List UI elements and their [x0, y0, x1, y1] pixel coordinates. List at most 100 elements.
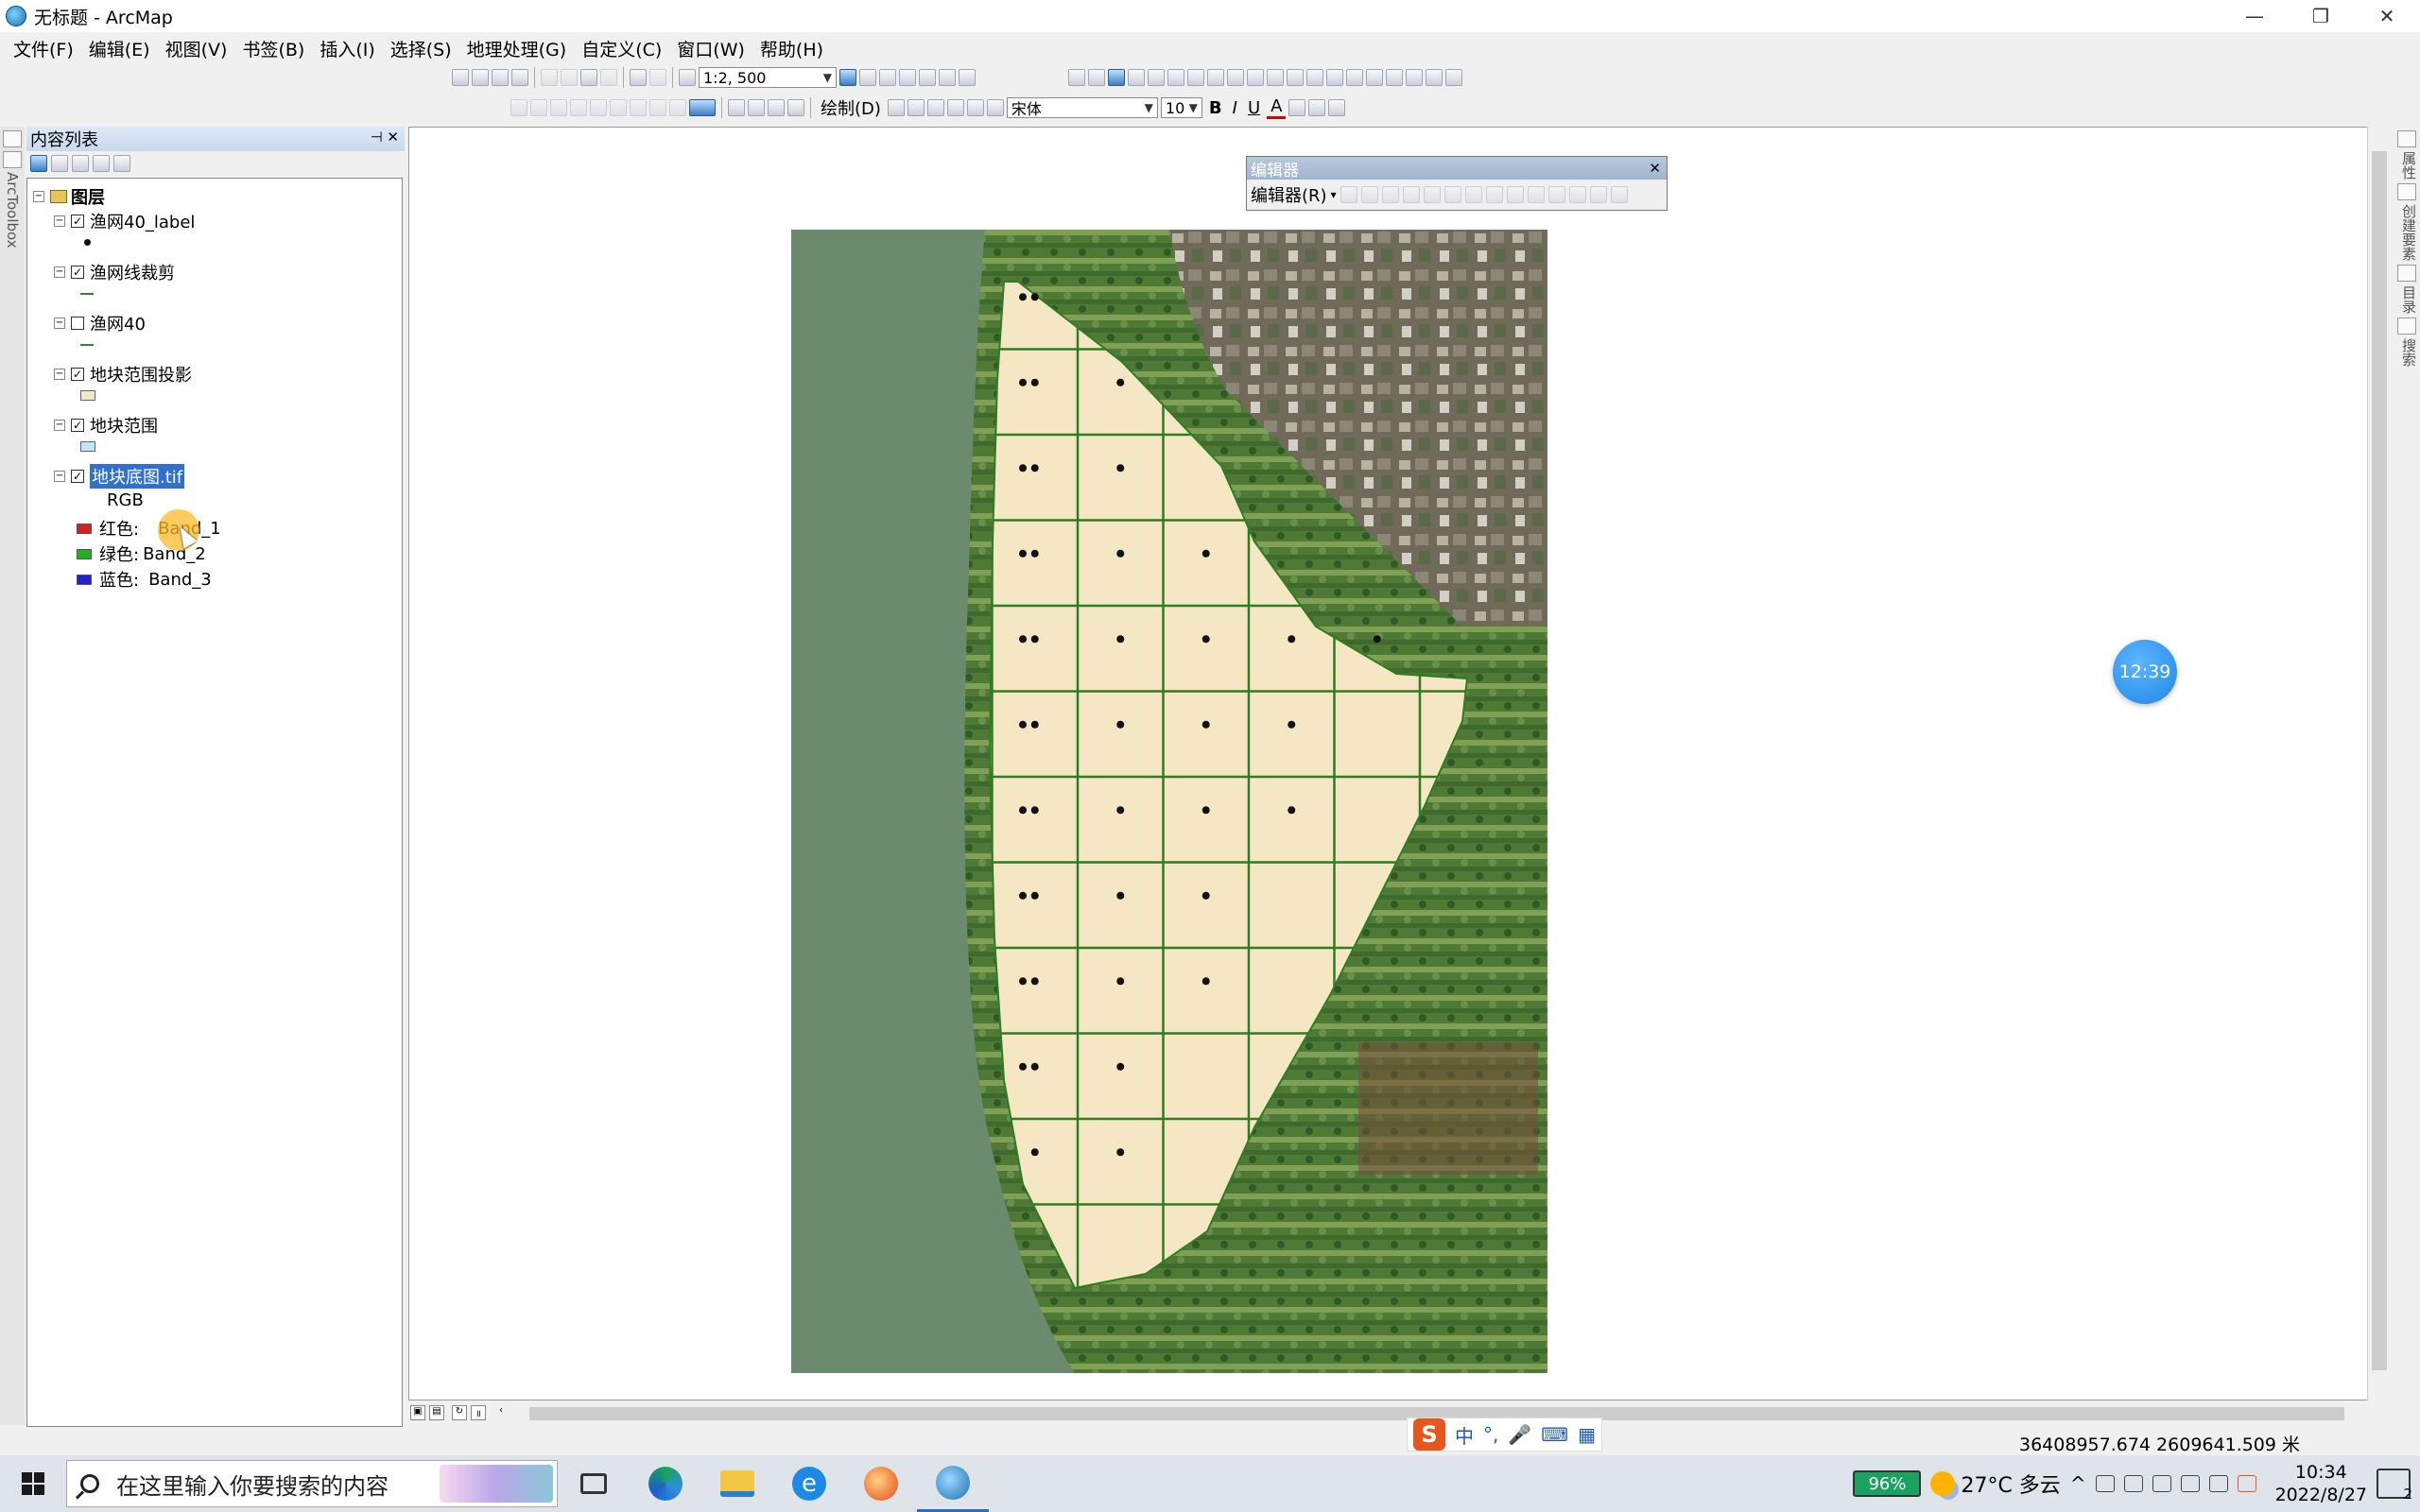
- edit-annotation-icon[interactable]: [1360, 186, 1378, 203]
- layer-visibility-checkbox[interactable]: ✓: [71, 419, 84, 432]
- list-by-source-icon[interactable]: [51, 155, 68, 172]
- create-features-tab[interactable]: 创建要素: [2399, 204, 2419, 261]
- volume-icon[interactable]: [2208, 1475, 2228, 1492]
- menu-edit[interactable]: 编辑(E): [81, 36, 158, 61]
- clear-selection-icon[interactable]: [1247, 69, 1264, 86]
- list-by-visibility-icon[interactable]: [72, 155, 89, 172]
- font-name-combo[interactable]: 宋体 ▼: [1006, 97, 1158, 118]
- forward-extent-icon[interactable]: [1207, 69, 1224, 86]
- create-features-window-icon[interactable]: [2397, 183, 2416, 200]
- html-popup-icon[interactable]: [1326, 69, 1343, 86]
- layer-item[interactable]: − ✓ 地块范围投影: [54, 362, 192, 387]
- hyperlink-icon[interactable]: [1306, 69, 1323, 86]
- trace-icon[interactable]: [1423, 186, 1441, 203]
- start-button[interactable]: [0, 1455, 66, 1512]
- sketch-properties-icon[interactable]: [1589, 186, 1607, 203]
- battery-indicator[interactable]: 96%: [1853, 1470, 1922, 1497]
- taskbar-search-box[interactable]: 在这里输入你要搜索的内容: [66, 1460, 558, 1507]
- layout-tool-icon[interactable]: [669, 99, 686, 116]
- catalog-icon[interactable]: [879, 69, 896, 86]
- add-data-icon[interactable]: [679, 69, 696, 86]
- layout-tool-icon[interactable]: [530, 99, 547, 116]
- collapse-icon[interactable]: −: [54, 318, 65, 329]
- arctoolbox-icon[interactable]: [919, 69, 936, 86]
- task-view-button[interactable]: [558, 1455, 630, 1512]
- ime-punctuation[interactable]: °,: [1483, 1423, 1498, 1446]
- collapse-icon[interactable]: −: [54, 369, 65, 380]
- layer-visibility-checkbox[interactable]: ✓: [71, 470, 84, 483]
- list-by-drawing-order-icon[interactable]: [30, 155, 47, 172]
- menu-bookmarks[interactable]: 书签(B): [234, 36, 312, 61]
- back-extent-icon[interactable]: [1187, 69, 1204, 86]
- layer-visibility-checkbox[interactable]: ✓: [71, 266, 84, 279]
- select-elements-arrow-icon[interactable]: [887, 99, 905, 116]
- layout-tool-icon[interactable]: [728, 99, 745, 116]
- identify-icon[interactable]: [1287, 69, 1304, 86]
- minimize-button[interactable]: —: [2221, 0, 2288, 32]
- bold-button[interactable]: B: [1205, 98, 1226, 118]
- close-button[interactable]: ✕: [2354, 0, 2420, 32]
- zoom-out-icon[interactable]: [1088, 69, 1105, 86]
- catalog-window-icon[interactable]: [2397, 265, 2416, 282]
- toc-header-buttons[interactable]: ⊣ ✕: [371, 129, 399, 146]
- edit-tool-icon[interactable]: [1340, 186, 1357, 203]
- map-canvas[interactable]: [791, 230, 1547, 1373]
- pause-drawing-icon[interactable]: ॥: [471, 1405, 486, 1420]
- fixed-zoom-out-icon[interactable]: [1167, 69, 1184, 86]
- scroll-left-icon[interactable]: ‹: [493, 1405, 509, 1420]
- menu-geoprocessing[interactable]: 地理处理(G): [459, 36, 575, 61]
- table-of-contents-icon[interactable]: [859, 69, 876, 86]
- delete-icon[interactable]: [600, 69, 617, 86]
- editor-menu-button[interactable]: 编辑器(R): [1251, 182, 1327, 207]
- select-features-icon[interactable]: [1227, 69, 1244, 86]
- taskbar-ie[interactable]: e: [773, 1455, 845, 1512]
- zoom-whole-page-icon[interactable]: [926, 99, 944, 116]
- onedrive-icon[interactable]: [2095, 1475, 2115, 1492]
- edit-vertices-icon[interactable]: [1464, 186, 1482, 203]
- menu-view[interactable]: 视图(V): [158, 36, 235, 61]
- map-horizontal-scrollbar[interactable]: ▣ ▤ ↻ ॥ ‹: [408, 1402, 2371, 1425]
- text-icon[interactable]: [966, 99, 984, 116]
- menu-customize[interactable]: 自定义(C): [574, 36, 669, 61]
- collapse-icon[interactable]: −: [54, 471, 65, 482]
- layer-visibility-checkbox[interactable]: ✓: [71, 368, 84, 381]
- map-view[interactable]: 12:39: [408, 127, 2371, 1400]
- taskbar-edge[interactable]: [630, 1455, 701, 1512]
- copy-icon[interactable]: [561, 69, 578, 86]
- open-icon[interactable]: [472, 69, 489, 86]
- attributes-window-icon[interactable]: [2397, 130, 2416, 147]
- ime-keyboard-icon[interactable]: ⌨: [1541, 1423, 1568, 1446]
- editor-toolbar-icon[interactable]: [839, 69, 856, 86]
- attributes-icon[interactable]: [1568, 186, 1586, 203]
- layer-item[interactable]: − ✓ 渔网线裁剪: [54, 260, 175, 284]
- layer-visibility-checkbox[interactable]: [71, 317, 84, 330]
- search-window-icon[interactable]: [2397, 318, 2416, 335]
- line-color-icon[interactable]: [1308, 99, 1326, 116]
- undo-icon[interactable]: [630, 69, 647, 86]
- zoom-in-icon[interactable]: [1068, 69, 1085, 86]
- layers-root[interactable]: − 图层: [33, 184, 105, 209]
- menu-windows[interactable]: 窗口(W): [669, 36, 752, 61]
- map-vertical-scrollbar[interactable]: [2367, 127, 2390, 1400]
- layout-tool-icon[interactable]: [590, 99, 607, 116]
- edit-vertices-icon[interactable]: [986, 99, 1004, 116]
- rotate-icon[interactable]: [907, 99, 925, 116]
- viewer-window-icon[interactable]: [1445, 69, 1462, 86]
- attributes-tab[interactable]: 属性: [2399, 151, 2419, 180]
- sogou-tray-icon[interactable]: [2237, 1475, 2256, 1492]
- layer-item[interactable]: − ✓ 地块范围: [54, 413, 158, 438]
- straight-segment-icon[interactable]: [1381, 186, 1399, 203]
- map-scale-combo[interactable]: 1:2, 500 ▼: [699, 67, 837, 88]
- taskbar-clock[interactable]: 10:34 2022/8/27: [2275, 1461, 2367, 1506]
- ime-microphone-icon[interactable]: 🎤: [1508, 1423, 1531, 1446]
- underline-button[interactable]: U: [1244, 98, 1264, 118]
- point-icon[interactable]: [1443, 186, 1461, 203]
- layout-tool-icon[interactable]: [550, 99, 567, 116]
- italic-button[interactable]: I: [1229, 98, 1241, 118]
- draw-menu[interactable]: 绘制(D): [817, 95, 885, 120]
- network-icon[interactable]: [2152, 1475, 2171, 1492]
- redo-icon[interactable]: [649, 69, 666, 86]
- marker-color-icon[interactable]: [1328, 99, 1346, 116]
- layout-tool-icon[interactable]: [787, 99, 804, 116]
- taskbar-app[interactable]: [845, 1455, 917, 1512]
